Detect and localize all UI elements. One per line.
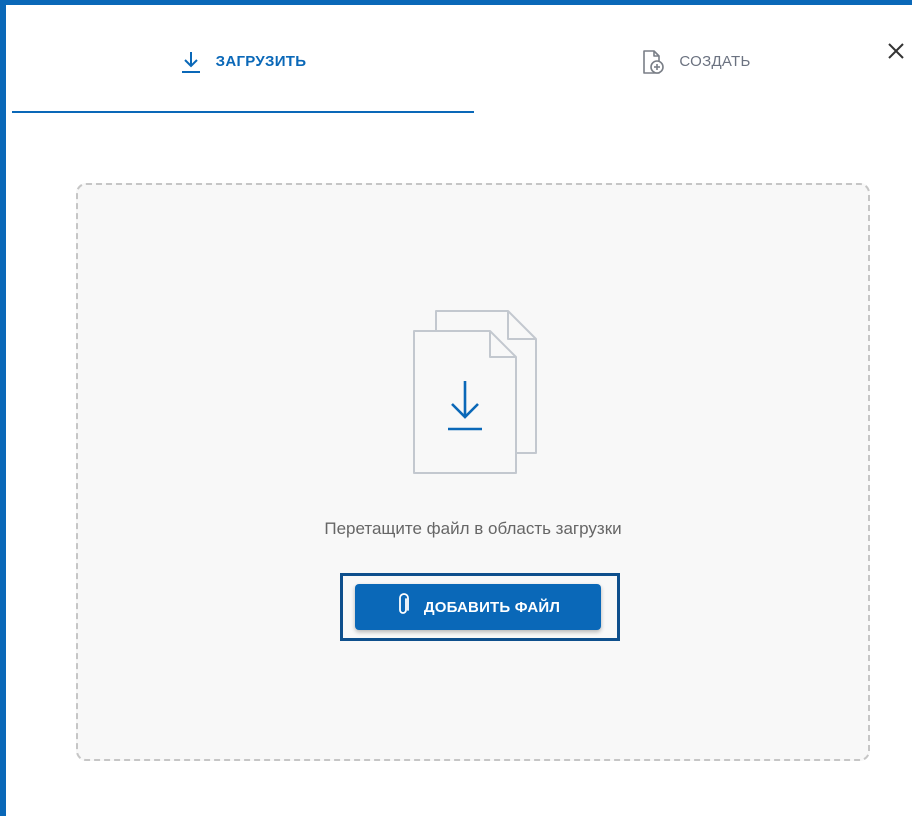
tab-create[interactable]: СОЗДАТЬ (474, 10, 912, 113)
tab-create-label: СОЗДАТЬ (679, 53, 751, 70)
add-file-label: ДОБАВИТЬ ФАЙЛ (423, 598, 561, 616)
close-button[interactable] (882, 39, 910, 67)
active-tab-indicator (12, 111, 474, 113)
tab-bar: ЗАГРУЗИТЬ СОЗДАТЬ (12, 10, 912, 115)
paperclip-icon (396, 593, 410, 621)
close-icon (887, 42, 905, 65)
file-dropzone[interactable]: Перетащите файл в область загрузки ДОБАВ… (76, 183, 870, 761)
tab-upload-label: ЗАГРУЗИТЬ (215, 53, 307, 70)
download-icon (180, 50, 202, 74)
new-document-icon (641, 49, 665, 75)
tab-upload[interactable]: ЗАГРУЗИТЬ (12, 10, 474, 113)
files-download-icon (412, 309, 538, 477)
add-file-focus-ring: ДОБАВИТЬ ФАЙЛ (340, 573, 620, 641)
drop-hint-text: Перетащите файл в область загрузки (324, 519, 622, 538)
add-file-button[interactable]: ДОБАВИТЬ ФАЙЛ (355, 584, 601, 630)
dialog: ЗАГРУЗИТЬ СОЗДАТЬ Перетащите файл в обла… (0, 0, 912, 816)
